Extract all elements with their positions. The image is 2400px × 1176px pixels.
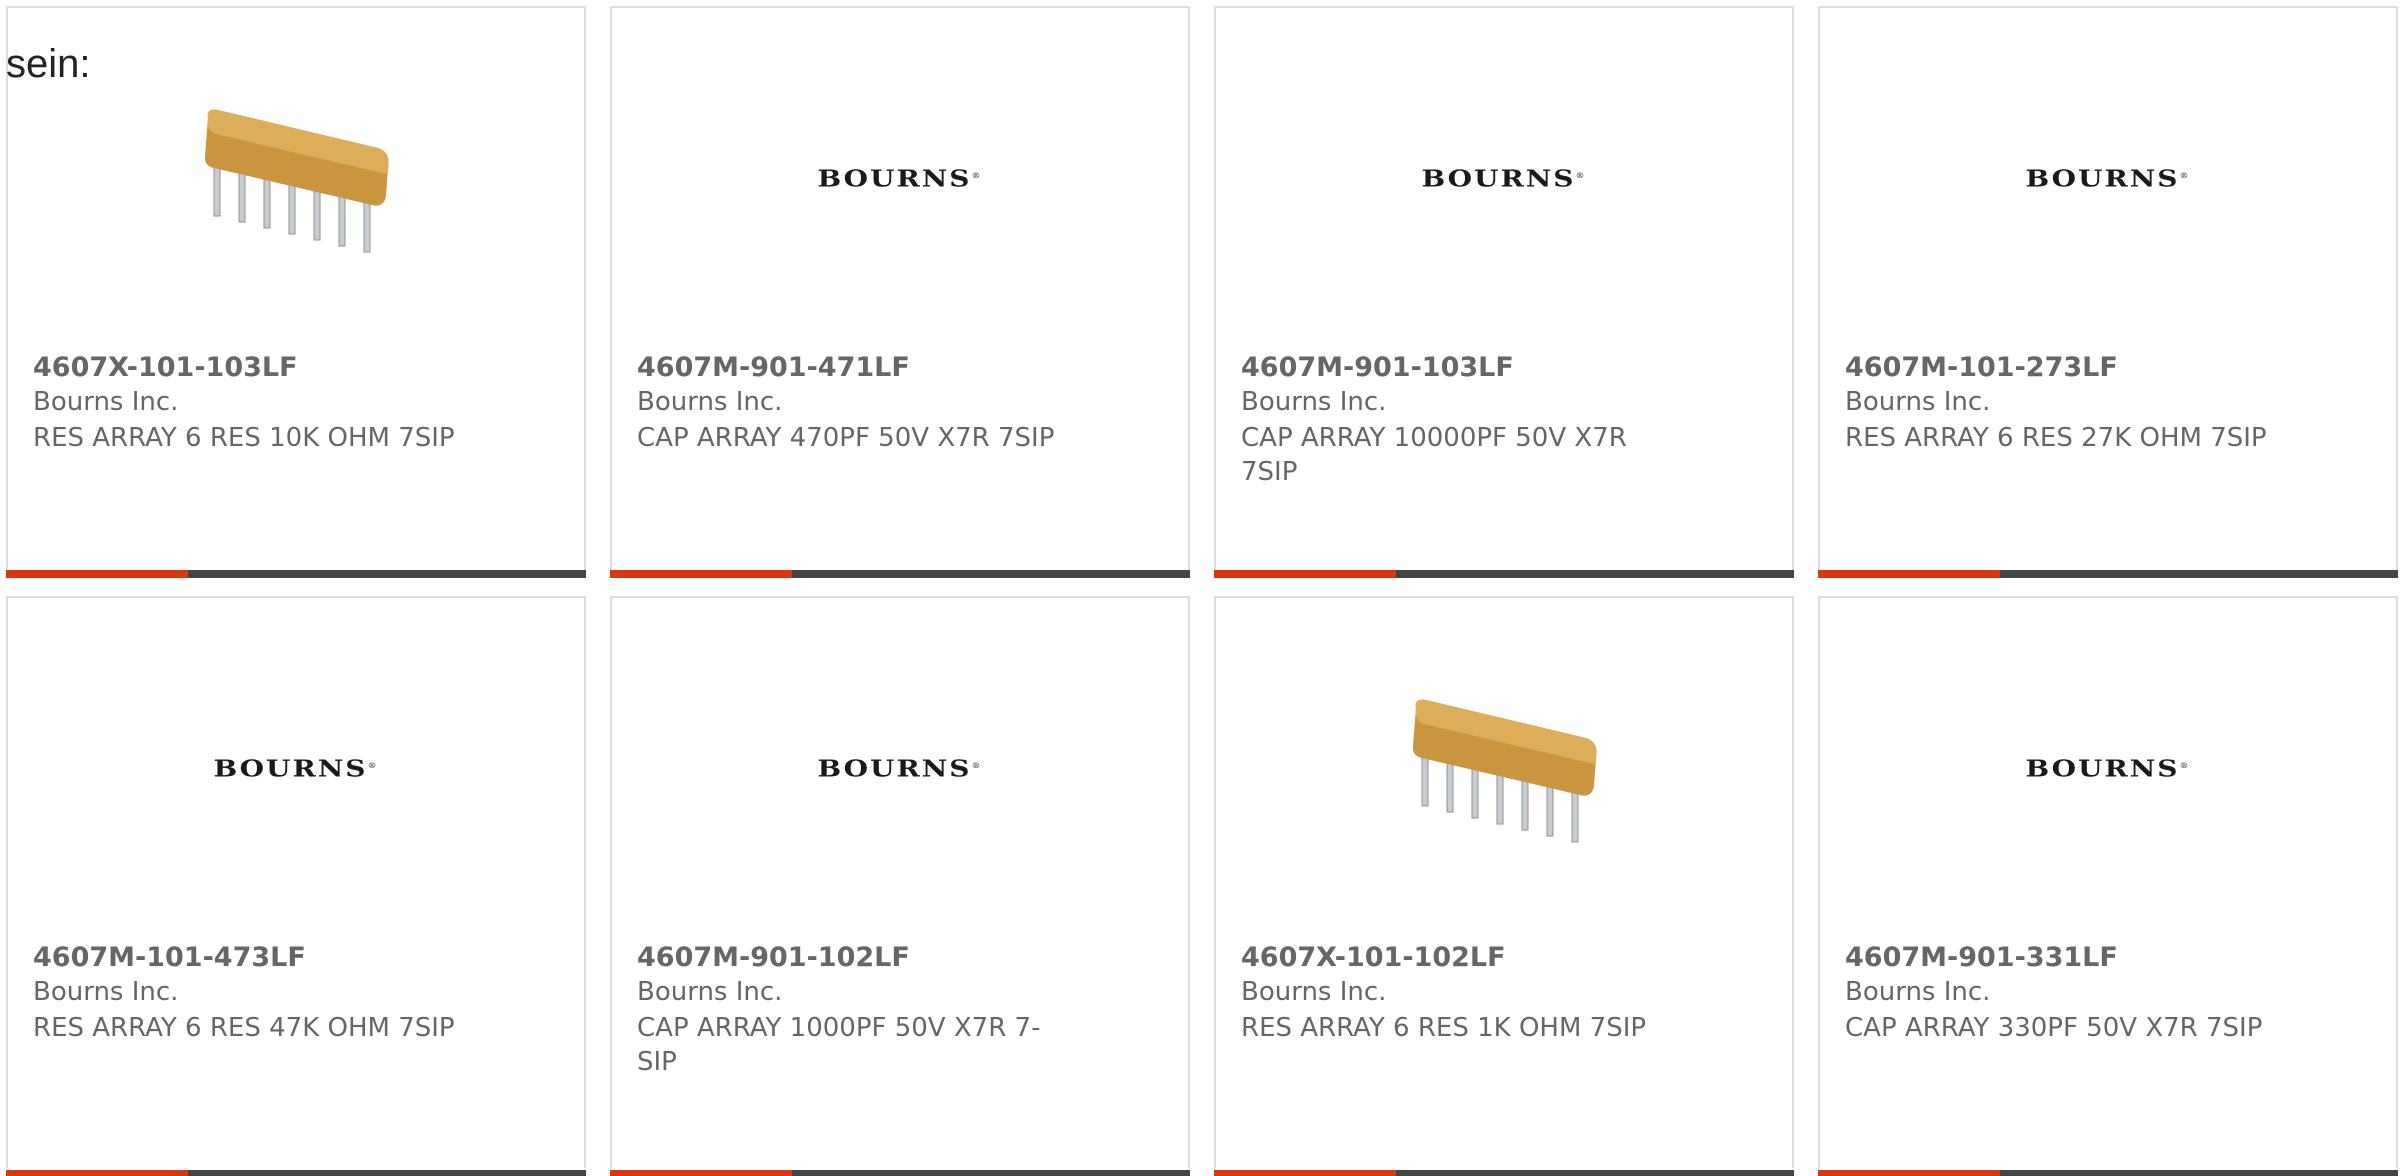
part-number-link[interactable]: 4607M-901-103LF — [1241, 352, 1514, 383]
resistor-array-photo — [1404, 668, 1604, 868]
part-number-link[interactable]: 4607M-901-471LF — [637, 352, 910, 383]
product-grid: 4607X-101-103LF Bourns Inc. RES ARRAY 6 … — [0, 0, 2400, 1176]
product-card[interactable]: BOURNS® 4607M-901-102LF Bourns Inc. CAP … — [610, 596, 1190, 1176]
product-description: RES ARRAY 6 RES 10K OHM 7SIP — [33, 423, 455, 453]
part-number-link[interactable]: 4607M-101-273LF — [1845, 352, 2118, 383]
product-card[interactable]: BOURNS® 4607M-101-473LF Bourns Inc. RES … — [6, 596, 586, 1176]
product-image[interactable]: BOURNS® — [612, 68, 1188, 288]
product-description: CAP ARRAY 1000PF 50V X7R 7-SIP — [637, 1013, 1041, 1077]
card-bottom-bar — [1214, 570, 1794, 578]
card-accent-bar — [6, 570, 188, 578]
card-accent-bar — [1214, 570, 1396, 578]
product-description: CAP ARRAY 10000PF 50V X7R 7SIP — [1241, 423, 1627, 487]
card-bottom-bar — [610, 1170, 1190, 1176]
product-card[interactable]: BOURNS® 4607M-901-331LF Bourns Inc. CAP … — [1818, 596, 2398, 1176]
card-accent-bar — [1818, 570, 2000, 578]
card-accent-bar — [1818, 1170, 2000, 1176]
manufacturer-name: Bourns Inc. — [1241, 977, 1387, 1007]
product-image[interactable]: BOURNS® — [1820, 658, 2396, 878]
card-accent-bar — [1214, 1170, 1396, 1176]
card-bottom-bar — [6, 570, 586, 578]
product-card[interactable]: BOURNS® 4607M-101-273LF Bourns Inc. RES … — [1818, 6, 2398, 578]
card-accent-bar — [6, 1170, 188, 1176]
part-number-link[interactable]: 4607X-101-103LF — [33, 352, 298, 383]
part-number-link[interactable]: 4607X-101-102LF — [1241, 942, 1506, 973]
product-description: RES ARRAY 6 RES 47K OHM 7SIP — [33, 1013, 455, 1043]
product-image[interactable]: BOURNS® — [1820, 68, 2396, 288]
part-number-link[interactable]: 4607M-901-331LF — [1845, 942, 2118, 973]
manufacturer-name: Bourns Inc. — [1845, 977, 1991, 1007]
bourns-logo: BOURNS® — [2025, 754, 2191, 782]
card-bottom-bar — [6, 1170, 586, 1176]
manufacturer-name: Bourns Inc. — [1845, 387, 1991, 417]
card-bottom-bar — [1818, 570, 2398, 578]
manufacturer-name: Bourns Inc. — [1241, 387, 1387, 417]
intro-text: sein: — [6, 42, 91, 86]
manufacturer-name: Bourns Inc. — [637, 977, 783, 1007]
product-description: CAP ARRAY 330PF 50V X7R 7SIP — [1845, 1013, 2263, 1043]
part-number-link[interactable]: 4607M-101-473LF — [33, 942, 306, 973]
product-card[interactable]: BOURNS® 4607M-901-103LF Bourns Inc. CAP … — [1214, 6, 1794, 578]
product-image[interactable] — [1216, 658, 1792, 878]
card-accent-bar — [610, 570, 792, 578]
product-image[interactable] — [8, 68, 584, 288]
product-image[interactable]: BOURNS® — [1216, 68, 1792, 288]
product-description: RES ARRAY 6 RES 1K OHM 7SIP — [1241, 1013, 1647, 1043]
product-image[interactable]: BOURNS® — [8, 658, 584, 878]
product-card[interactable]: 4607X-101-103LF Bourns Inc. RES ARRAY 6 … — [6, 6, 586, 578]
product-description: CAP ARRAY 470PF 50V X7R 7SIP — [637, 423, 1055, 453]
card-bottom-bar — [610, 570, 1190, 578]
bourns-logo: BOURNS® — [2025, 164, 2191, 192]
part-number-link[interactable]: 4607M-901-102LF — [637, 942, 910, 973]
product-description: RES ARRAY 6 RES 27K OHM 7SIP — [1845, 423, 2267, 453]
manufacturer-name: Bourns Inc. — [33, 977, 179, 1007]
manufacturer-name: Bourns Inc. — [33, 387, 179, 417]
resistor-array-photo — [196, 78, 396, 278]
card-bottom-bar — [1214, 1170, 1794, 1176]
product-card[interactable]: 4607X-101-102LF Bourns Inc. RES ARRAY 6 … — [1214, 596, 1794, 1176]
bourns-logo: BOURNS® — [817, 164, 983, 192]
product-image[interactable]: BOURNS® — [612, 658, 1188, 878]
card-accent-bar — [610, 1170, 792, 1176]
bourns-logo: BOURNS® — [1421, 164, 1587, 192]
manufacturer-name: Bourns Inc. — [637, 387, 783, 417]
bourns-logo: BOURNS® — [817, 754, 983, 782]
bourns-logo: BOURNS® — [213, 754, 379, 782]
card-bottom-bar — [1818, 1170, 2398, 1176]
product-card[interactable]: BOURNS® 4607M-901-471LF Bourns Inc. CAP … — [610, 6, 1190, 578]
